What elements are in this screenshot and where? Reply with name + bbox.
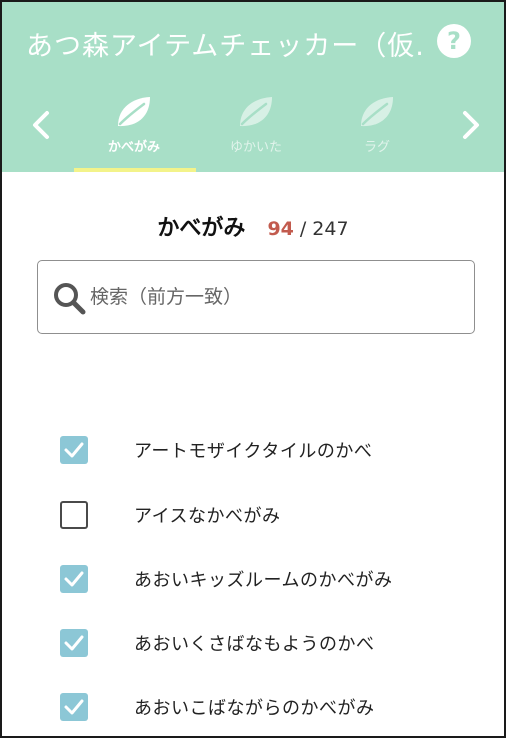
- chevron-left-icon[interactable]: [28, 108, 54, 142]
- search-icon: [54, 283, 86, 315]
- tab-label: ゆかいた: [229, 140, 282, 155]
- search-input[interactable]: [90, 279, 460, 315]
- list-item[interactable]: アートモザイクタイルのかべ: [2, 425, 504, 475]
- checkbox[interactable]: [60, 565, 88, 593]
- tab-yukaita[interactable]: ゆかいた: [196, 88, 316, 172]
- check-icon: [64, 635, 84, 651]
- item-label: あおいくさばなもようのかべ: [134, 634, 375, 655]
- item-label: アートモザイクタイルのかべ: [134, 441, 373, 462]
- app-title: あつ森アイテムチェッカー（仮...: [26, 31, 426, 62]
- app-header: あつ森アイテムチェッカー（仮... ? かべがみ ゆかいた ラグ: [2, 2, 504, 172]
- tab-rug[interactable]: ラグ: [317, 88, 437, 172]
- list-item[interactable]: あおいキッズルームのかべがみ: [2, 554, 504, 604]
- check-icon: [64, 571, 84, 587]
- total-count: 247: [312, 218, 349, 240]
- check-icon: [64, 699, 84, 715]
- list-item[interactable]: アイスなかべがみ: [2, 490, 504, 540]
- leaf-icon: [361, 97, 393, 127]
- active-tab-indicator: [74, 168, 196, 172]
- category-heading: かべがみ 94/247: [2, 210, 504, 242]
- checkbox[interactable]: [60, 501, 88, 529]
- tab-label: ラグ: [363, 140, 390, 155]
- category-title: かべがみ: [157, 216, 246, 241]
- app-frame: あつ森アイテムチェッカー（仮... ? かべがみ ゆかいた ラグ かべがみ 94…: [0, 0, 506, 738]
- item-label: あおいこばながらのかべがみ: [134, 698, 375, 719]
- checkbox[interactable]: [60, 693, 88, 721]
- check-icon: [64, 442, 84, 458]
- list-item[interactable]: あおいくさばなもようのかべ: [2, 618, 504, 668]
- help-icon[interactable]: ?: [437, 24, 471, 58]
- tab-label: かべがみ: [107, 140, 160, 155]
- tab-kabegami[interactable]: かべがみ: [74, 88, 194, 172]
- item-label: あおいキッズルームのかべがみ: [134, 570, 393, 591]
- search-box[interactable]: [37, 260, 475, 334]
- list-item[interactable]: あおいこばながらのかべがみ: [2, 682, 504, 732]
- chevron-right-icon[interactable]: [458, 108, 484, 142]
- checkbox[interactable]: [60, 629, 88, 657]
- item-label: アイスなかべがみ: [134, 506, 281, 527]
- checked-count: 94: [267, 218, 294, 240]
- leaf-icon: [118, 97, 150, 127]
- checkbox[interactable]: [60, 436, 88, 464]
- leaf-icon: [240, 97, 272, 127]
- count-separator: /: [299, 218, 307, 240]
